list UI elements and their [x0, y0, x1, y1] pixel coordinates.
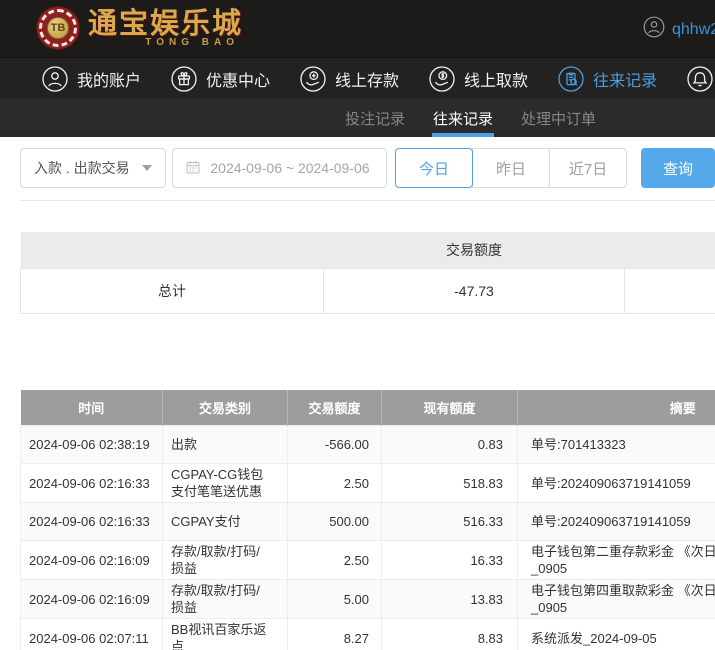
- cell-summary: 系统派发_2024-09-05: [517, 618, 715, 650]
- records-clipboard-icon: [558, 65, 584, 92]
- cell-summary: 电子钱包第二重存款彩金 《次日1 _0905: [517, 540, 715, 580]
- summary-total-value: -47.73: [323, 267, 625, 314]
- today-button[interactable]: 今日: [395, 148, 474, 188]
- nav-item-promotions[interactable]: 优惠中心: [171, 65, 271, 92]
- bell-icon: [687, 65, 713, 92]
- user-account[interactable]: qhhw2: [643, 16, 715, 43]
- cell-type: CGPAY-CG钱包 支付笔笔送优惠: [162, 463, 288, 503]
- tab-transaction-records[interactable]: 往来记录: [432, 99, 495, 137]
- brand-text: 通宝娱乐城 TONG BAO: [88, 6, 244, 48]
- col-header-summary: 摘要: [517, 389, 715, 426]
- cell-time: 2024-09-06 02:16:33: [20, 502, 163, 541]
- cell-time: 2024-09-06 02:07:11: [20, 618, 163, 650]
- last7days-button[interactable]: 近7日: [549, 148, 628, 188]
- user-avatar-icon: [643, 16, 665, 43]
- username: qhhw2: [672, 20, 715, 38]
- nav-label: 线上取款: [464, 72, 529, 90]
- table-row: 2024-09-06 02:07:11 BB视讯百家乐返 点 8.27 8.83…: [20, 618, 715, 650]
- cell-type: 存款/取款/打码/ 损益: [162, 579, 288, 619]
- table-row: 2024-09-06 02:38:19 出款 -566.00 0.83 单号:7…: [20, 425, 715, 464]
- cell-summary: 单号:202409063719141059: [517, 463, 715, 503]
- transaction-type-select[interactable]: 入款 . 出款交易: [20, 148, 167, 188]
- poker-chip-icon: TB: [36, 6, 80, 50]
- main-nav: 我的账户 优惠中心 线上存款 线上取款 往来记录: [0, 57, 715, 99]
- col-header-type: 交易类别: [162, 389, 288, 426]
- cell-balance: 516.33: [381, 502, 518, 541]
- yesterday-button[interactable]: 昨日: [472, 148, 551, 188]
- cell-amount: -566.00: [287, 425, 382, 464]
- tab-bet-records[interactable]: 投注记录: [345, 99, 405, 137]
- summary-table: 交易额度 总计 -47.73: [20, 232, 715, 314]
- user-icon: [42, 65, 68, 92]
- summary-empty-cell: [624, 267, 715, 314]
- summary-header-amount: 交易额度: [323, 232, 625, 268]
- cell-amount: 500.00: [287, 502, 382, 541]
- cell-balance: 13.83: [381, 579, 518, 619]
- cell-summary: 单号:701413323: [517, 425, 715, 464]
- cell-summary: 电子钱包第四重取款彩金 《次日1 _0905: [517, 579, 715, 619]
- cell-balance: 16.33: [381, 540, 518, 580]
- nav-item-messages[interactable]: [687, 65, 713, 92]
- table-row: 2024-09-06 02:16:09 存款/取款/打码/ 损益 5.00 13…: [20, 579, 715, 619]
- nav-label: 优惠中心: [206, 72, 271, 90]
- nav-item-my-account[interactable]: 我的账户: [42, 65, 142, 92]
- table-row: 2024-09-06 02:16:09 存款/取款/打码/ 损益 2.50 16…: [20, 540, 715, 580]
- tab-pending-orders[interactable]: 处理中订单: [521, 99, 596, 137]
- date-range-value: 2024-09-06 ~ 2024-09-06: [210, 160, 370, 176]
- cell-type: 存款/取款/打码/ 损益: [162, 540, 288, 580]
- hand-dollar-icon: [429, 65, 455, 92]
- cell-amount: 2.50: [287, 540, 382, 580]
- top-header: TB 通宝娱乐城 TONG BAO qhhw2: [0, 0, 715, 57]
- search-button[interactable]: 查询: [641, 148, 715, 188]
- date-range-input[interactable]: 2024-09-06 ~ 2024-09-06: [172, 148, 388, 188]
- cell-time: 2024-09-06 02:16:33: [20, 463, 163, 503]
- nav-item-transactions[interactable]: 往来记录: [558, 65, 658, 92]
- cell-time: 2024-09-06 02:38:19: [20, 425, 163, 464]
- records-table: 时间 交易类别 交易额度 现有额度 摘要 2024-09-06 02:38:19…: [20, 389, 715, 650]
- cell-summary: 单号:202409063719141059: [517, 502, 715, 541]
- cell-balance: 518.83: [381, 463, 518, 503]
- calendar-icon: [185, 159, 201, 178]
- summary-total-row: 总计 -47.73: [20, 267, 715, 314]
- nav-item-withdraw[interactable]: 线上取款: [429, 65, 529, 92]
- cell-time: 2024-09-06 02:16:09: [20, 540, 163, 580]
- quick-range-group: 今日 昨日 近7日: [395, 148, 628, 188]
- brand-logo[interactable]: TB 通宝娱乐城 TONG BAO: [36, 6, 243, 50]
- filter-bar: 入款 . 出款交易 2024-09-06 ~ 2024-09-06 今日 昨日 …: [20, 148, 715, 188]
- brand-subtitle: TONG BAO: [145, 36, 240, 48]
- cell-type: CGPAY支付: [162, 502, 288, 541]
- gift-icon: [171, 65, 197, 92]
- cell-amount: 8.27: [287, 618, 382, 650]
- brand-title: 通宝娱乐城: [88, 6, 244, 41]
- col-header-amount: 交易额度: [287, 389, 382, 426]
- cell-amount: 5.00: [287, 579, 382, 619]
- summary-total-label: 总计: [20, 267, 324, 314]
- record-tabs: 投注记录 往来记录 处理中订单: [0, 99, 715, 137]
- cell-amount: 2.50: [287, 463, 382, 503]
- summary-header-empty: [20, 232, 324, 268]
- nav-label: 线上存款: [335, 72, 400, 90]
- chip-monogram: TB: [47, 17, 69, 39]
- summary-header-row: 交易额度: [20, 232, 715, 268]
- col-header-time: 时间: [20, 389, 163, 426]
- cell-type: BB视讯百家乐返 点: [162, 618, 288, 650]
- table-row: 2024-09-06 02:16:33 CGPAY-CG钱包 支付笔笔送优惠 2…: [20, 463, 715, 503]
- cell-balance: 0.83: [381, 425, 518, 464]
- nav-label: 往来记录: [593, 72, 658, 90]
- hand-coin-icon: [300, 65, 326, 92]
- col-header-balance: 现有额度: [381, 389, 518, 426]
- summary-header-empty2: [624, 232, 715, 268]
- cell-time: 2024-09-06 02:16:09: [20, 579, 163, 619]
- nav-item-deposit[interactable]: 线上存款: [300, 65, 400, 92]
- table-row: 2024-09-06 02:16:33 CGPAY支付 500.00 516.3…: [20, 502, 715, 541]
- cell-type: 出款: [162, 425, 288, 464]
- divider: [20, 200, 715, 201]
- chevron-down-icon: [142, 165, 153, 171]
- nav-label: 我的账户: [77, 72, 142, 90]
- transaction-type-value: 入款 . 出款交易: [34, 160, 130, 176]
- cell-balance: 8.83: [381, 618, 518, 650]
- records-header-row: 时间 交易类别 交易额度 现有额度 摘要: [20, 389, 715, 426]
